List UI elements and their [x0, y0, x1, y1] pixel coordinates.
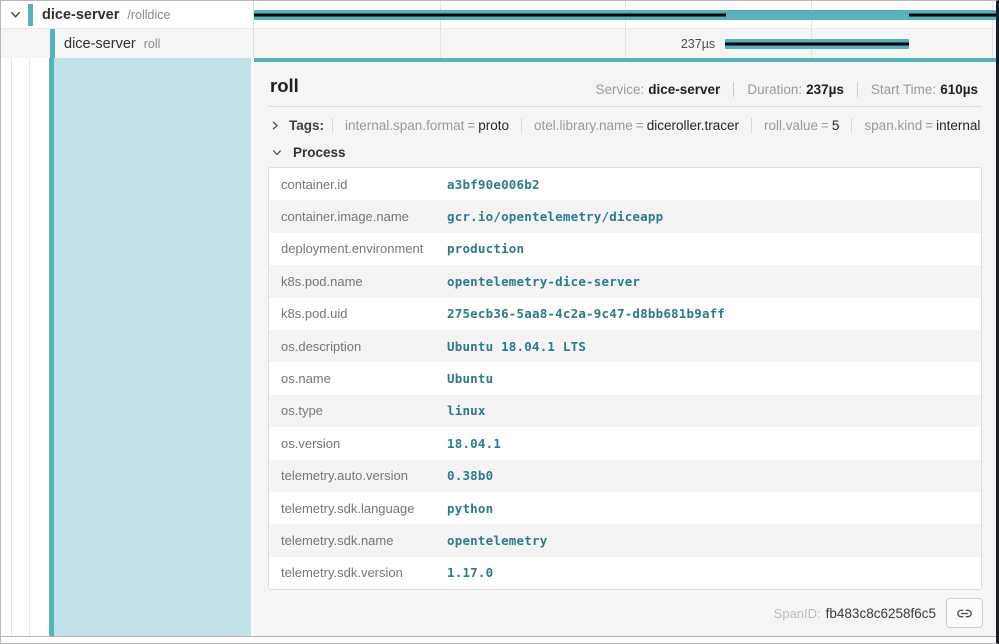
- process-table-row: os.typelinux: [269, 395, 981, 427]
- process-table-row: telemetry.sdk.nameopentelemetry: [269, 524, 981, 556]
- detail-left-accent: [1, 58, 254, 636]
- spanid-value: fb483c8c6258f6c5: [826, 606, 936, 621]
- span-row-rolldice: dice-server /rolldice: [1, 1, 996, 29]
- meta-start-time: Start Time:610µs: [857, 82, 980, 97]
- tag-item: otel.library.name=diceroller.tracer: [521, 118, 751, 133]
- span-name-cell-rolldice[interactable]: dice-server /rolldice: [1, 1, 254, 28]
- critical-path-segment: [254, 13, 726, 16]
- process-table-row: telemetry.sdk.languagepython: [269, 492, 981, 524]
- tag-item: roll.value=5: [751, 118, 851, 133]
- process-table-row: os.version18.04.1: [269, 427, 981, 459]
- span-operation-name: /rolldice: [127, 8, 170, 22]
- process-table-row: telemetry.auto.version0.38b0: [269, 460, 981, 492]
- chevron-right-icon: [270, 119, 280, 133]
- span-name-cell-roll[interactable]: dice-server roll: [1, 29, 254, 58]
- timeline-row-rolldice[interactable]: [254, 1, 996, 28]
- chevron-down-icon[interactable]: [8, 8, 22, 22]
- span-duration-label: 237µs: [254, 37, 715, 51]
- process-table-row: deployment.environmentproduction: [269, 233, 981, 265]
- span-title: roll: [270, 75, 299, 97]
- process-label: Process: [293, 145, 346, 160]
- span-accent-fill: [54, 58, 251, 636]
- process-table-row: container.image.namegcr.io/opentelemetry…: [269, 200, 981, 232]
- process-table-row: container.ida3bf90e006b2: [269, 168, 981, 200]
- detail-header: roll Service:dice-server Duration:237µs …: [268, 62, 982, 107]
- process-table-row: k8s.pod.uid275ecb36-5aa8-4c2a-9c47-d8bb6…: [269, 298, 981, 330]
- span-detail-panel: roll Service:dice-server Duration:237µs …: [254, 58, 996, 636]
- meta-duration: Duration:237µs: [733, 82, 857, 97]
- critical-path-segment: [909, 13, 996, 16]
- chevron-down-icon: [270, 146, 284, 160]
- process-table: container.ida3bf90e006b2 container.image…: [268, 167, 982, 590]
- meta-service: Service:dice-server: [582, 82, 733, 97]
- process-table-row: os.descriptionUbuntu 18.04.1 LTS: [269, 330, 981, 362]
- tags-label: Tags:: [289, 118, 324, 133]
- process-table-row: k8s.pod.nameopentelemetry-dice-server: [269, 265, 981, 297]
- span-row-roll: dice-server roll 237µs: [1, 29, 996, 58]
- spanid-label: SpanID:: [774, 606, 821, 621]
- process-table-row: telemetry.sdk.version1.17.0: [269, 557, 981, 589]
- span-meta: Service:dice-server Duration:237µs Start…: [582, 82, 980, 97]
- tag-item: internal.span.format=proto: [332, 118, 521, 133]
- process-table-row: os.nameUbuntu: [269, 362, 981, 394]
- critical-path-segment: [725, 42, 909, 45]
- link-icon: [956, 605, 973, 622]
- process-section-toggle[interactable]: Process: [254, 140, 996, 164]
- tree-guide-line: [11, 58, 12, 636]
- span-color-indicator: [28, 4, 33, 26]
- deep-link-button[interactable]: [946, 598, 983, 628]
- span-service-name: dice-server: [42, 7, 119, 23]
- tree-guide-line: [29, 58, 30, 636]
- bottom-edge: [1, 636, 996, 643]
- jaeger-trace-detail-view: dice-server /rolldice dice-server roll 2…: [0, 0, 999, 644]
- timeline-row-roll[interactable]: 237µs: [254, 29, 996, 58]
- tag-item: span.kind=internal: [851, 118, 992, 133]
- span-color-indicator: [50, 29, 55, 58]
- timeline-gridline: [992, 29, 993, 58]
- span-service-name: dice-server: [64, 36, 136, 52]
- detail-footer: SpanID: fb483c8c6258f6c5: [254, 590, 996, 628]
- tags-section-toggle[interactable]: Tags: internal.span.format=proto otel.li…: [254, 107, 996, 140]
- span-operation-name: roll: [144, 37, 161, 51]
